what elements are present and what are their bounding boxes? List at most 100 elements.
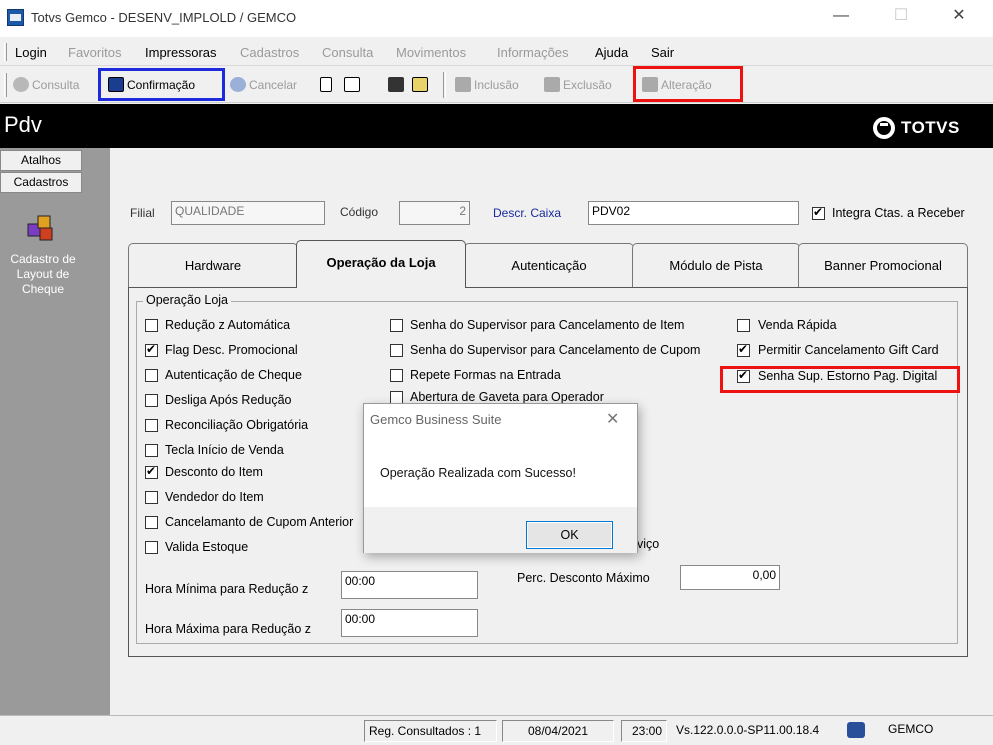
menu-login[interactable]: Login [15,45,47,60]
confirmacao-highlight-box [98,68,225,101]
menu-ajuda[interactable]: Ajuda [595,45,628,60]
reducao-z-checkbox[interactable] [145,319,158,332]
module-header: Pdv TOTVS [0,104,993,148]
senha-cancel-cupom-label: Senha do Supervisor para Cancelamento de… [410,343,701,357]
filial-field[interactable]: QUALIDADE [171,201,325,225]
menu-grip [4,43,7,61]
gift-card-label: Permitir Cancelamento Gift Card [758,343,939,357]
totvs-logo-text: TOTVS [901,118,960,137]
search-button[interactable] [412,77,428,92]
print-button[interactable] [388,77,404,92]
totvs-logo-icon [873,117,895,139]
menu-consulta[interactable]: Consulta [322,45,373,60]
alteracao-highlight-box [633,66,743,102]
partially-hidden-option-label: viço [637,537,660,551]
tab-hardware[interactable]: Hardware [128,243,298,287]
puzzle-icon[interactable] [24,210,58,244]
status-user: GEMCO [888,722,934,736]
desliga-reducao-label: Desliga Após Redução [165,393,292,407]
cancel-icon [230,77,246,92]
dialog-close-icon[interactable]: ✕ [606,409,619,429]
atalhos-button[interactable]: Atalhos [0,150,82,171]
tab-banner-promocional[interactable]: Banner Promocional [798,243,968,287]
descr-caixa-field[interactable]: PDV02 [588,201,799,225]
menu-informacoes[interactable]: Informações [497,45,569,60]
gift-card-checkbox[interactable] [737,342,750,357]
filial-label: Filial [130,206,155,220]
menu-sair[interactable]: Sair [651,45,674,60]
flag-desc-label: Flag Desc. Promocional [165,343,298,357]
consulta-button[interactable]: Consulta [13,77,79,92]
inclusao-button[interactable]: Inclusão [455,77,519,92]
valida-estoque-checkbox[interactable] [145,541,158,554]
cancelar-label: Cancelar [249,77,298,92]
desconto-item-label: Desconto do Item [165,465,263,479]
codigo-label: Código [340,205,379,219]
status-version: Vs.122.0.0.0-SP11.00.18.4 [676,723,820,737]
desliga-reducao-checkbox[interactable] [145,394,158,407]
status-reg-consultados: Reg. Consultados : 1 [364,720,497,742]
autenticacao-cheque-label: Autenticação de Cheque [165,368,302,382]
cancelar-button[interactable]: Cancelar [230,77,297,92]
close-window-button[interactable]: ✕ [936,0,982,32]
new-document-button[interactable] [320,77,332,92]
repete-formas-checkbox[interactable] [390,369,403,382]
new-document-icon [320,77,332,92]
consulta-label: Consulta [32,77,80,92]
descr-caixa-label: Descr. Caixa [493,206,562,220]
venda-rapida-checkbox[interactable] [737,319,750,332]
cancelamento-cupom-label: Cancelamanto de Cupom Anterior [165,515,354,529]
valida-estoque-label: Valida Estoque [165,540,249,554]
codigo-field[interactable]: 2 [399,201,470,225]
hora-max-field[interactable]: 00:00 [341,609,478,637]
window-title: Totvs Gemco - DESENV_IMPLOLD / GEMCO [31,10,297,25]
integra-checkbox[interactable] [812,205,825,220]
desconto-item-checkbox[interactable] [145,464,158,479]
search-icon [412,77,428,92]
exclusao-label: Exclusão [563,77,612,92]
window-title-bar: Totvs Gemco - DESENV_IMPLOLD / GEMCO — ☐… [0,0,993,37]
tab-modulo-pista[interactable]: Módulo de Pista [632,243,800,287]
status-time: 23:00 [621,720,667,742]
reconciliacao-checkbox[interactable] [145,419,158,432]
exclusao-button[interactable]: Exclusão [544,77,612,92]
senha-cancel-item-checkbox[interactable] [390,319,403,332]
preview-button[interactable] [344,77,360,92]
menu-favoritos[interactable]: Favoritos [68,45,121,60]
integra-label: Integra Ctas. a Receber [832,206,965,220]
tab-operacao-loja[interactable]: Operação da Loja [296,240,466,288]
inclusao-label: Inclusão [474,77,519,92]
menu-cadastros[interactable]: Cadastros [240,45,299,60]
status-date: 08/04/2021 [502,720,614,742]
minimize-button[interactable]: — [818,0,864,32]
tecla-inicio-checkbox[interactable] [145,444,158,457]
toolbar-separator [443,72,446,98]
consulta-icon [13,77,29,92]
vendedor-item-checkbox[interactable] [145,491,158,504]
group-title: Operação Loja [143,293,232,307]
perc-desconto-field[interactable]: 0,00 [680,565,780,590]
layout-cheque-shortcut-label[interactable]: Cadastro de Layout de Cheque [8,252,78,297]
perc-desconto-label: Perc. Desconto Máximo [517,571,650,585]
dialog-title: Gemco Business Suite [370,412,502,427]
module-title: Pdv [4,112,42,137]
senha-cancel-cupom-checkbox[interactable] [390,344,403,357]
estorno-digital-highlight-box [720,366,960,393]
exclusao-icon [544,77,560,92]
dialog-ok-button[interactable]: OK [526,521,613,549]
senha-cancel-item-label: Senha do Supervisor para Cancelamento de… [410,318,685,332]
cadastros-button[interactable]: Cadastros [0,172,82,193]
vendedor-item-label: Vendedor do Item [165,490,264,504]
autenticacao-cheque-checkbox[interactable] [145,369,158,382]
printer-icon [388,77,404,92]
cancelamento-cupom-checkbox[interactable] [145,516,158,529]
tab-autenticacao[interactable]: Autenticação [464,243,634,287]
toolbar-grip [4,73,7,97]
dialog-message: Operação Realizada com Sucesso! [380,466,576,480]
menu-impressoras[interactable]: Impressoras [145,45,217,60]
flag-desc-checkbox[interactable] [145,342,158,357]
maximize-button[interactable]: ☐ [878,0,924,32]
hora-min-field[interactable]: 00:00 [341,571,478,599]
menu-movimentos[interactable]: Movimentos [396,45,466,60]
totvs-logo: TOTVS [873,117,960,139]
